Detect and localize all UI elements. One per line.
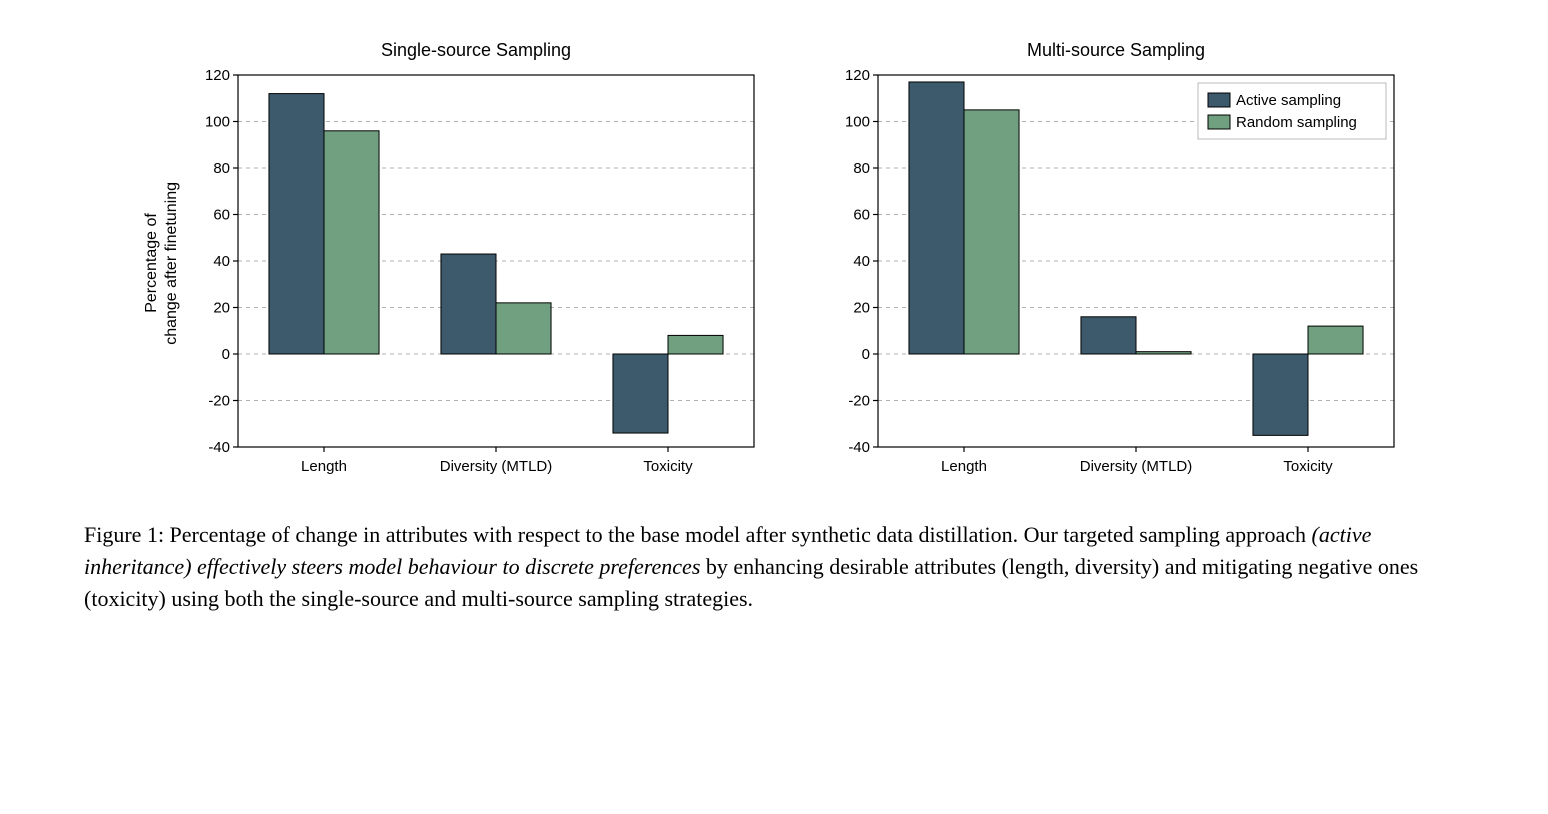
xtick-label: Toxicity [643,458,693,475]
legend-label-random: Random sampling [1236,114,1357,131]
bar-active [1081,317,1136,354]
chart-panel-left: Percentage of change after finetuning Si… [142,40,766,487]
ytick-label: 60 [853,207,870,224]
chart-right: -40 -20 0 20 40 60 80 100 120 Length Diversity (MT… [826,67,1406,487]
xtick-label: Diversity (MTLD) [1080,458,1193,475]
caption-text-prefix: Figure 1: Percentage of change in attrib… [84,522,1312,547]
bar-active [909,82,964,354]
legend-label-active: Active sampling [1236,92,1341,109]
ytick-label: 20 [853,300,870,317]
figure-caption: Figure 1: Percentage of change in attrib… [84,519,1464,615]
chart-left: -40 -20 0 20 40 60 80 100 120 Length Diversity (MT… [186,67,766,487]
xtick-label: Diversity (MTLD) [440,458,553,475]
bar-active [613,354,668,433]
ytick-label: -40 [848,439,870,456]
ytick-label: 0 [222,346,230,363]
chart-panel-right: Multi-source Sampling -40 -20 0 20 40 60 80 100… [826,40,1406,487]
charts-row: Percentage of change after finetuning Si… [142,40,1406,487]
xtick-label: Length [301,458,347,475]
ytick-label: 120 [845,67,870,84]
ytick-label: 80 [213,160,230,177]
ytick-label: -40 [208,439,230,456]
figure-container: Percentage of change after finetuning Si… [60,40,1488,615]
bar-random [1136,352,1191,354]
ytick-label: 20 [213,300,230,317]
ytick-label: 100 [845,114,870,131]
chart-title-left: Single-source Sampling [381,40,571,61]
yaxis-label-container: Percentage of change after finetuning [142,84,186,444]
yaxis-label: Percentage of change after finetuning [142,182,182,345]
ytick-label: 0 [862,346,870,363]
xtick-label: Length [941,458,987,475]
ytick-label: -20 [848,393,870,410]
legend-swatch-active [1208,93,1230,107]
bar-random [964,110,1019,354]
ytick-label: 40 [853,253,870,270]
legend-swatch-random [1208,115,1230,129]
ytick-label: 80 [853,160,870,177]
bar-active [269,94,324,354]
chart-title-right: Multi-source Sampling [1027,40,1205,61]
ytick-label: 60 [213,207,230,224]
bar-random [324,131,379,354]
bar-active [441,254,496,354]
ytick-label: 120 [205,67,230,84]
xtick-label: Toxicity [1283,458,1333,475]
bar-random [1308,326,1363,354]
bar-active [1253,354,1308,435]
ytick-label: 40 [213,253,230,270]
ytick-label: -20 [208,393,230,410]
bar-random [668,335,723,354]
bar-random [496,303,551,354]
ytick-label: 100 [205,114,230,131]
